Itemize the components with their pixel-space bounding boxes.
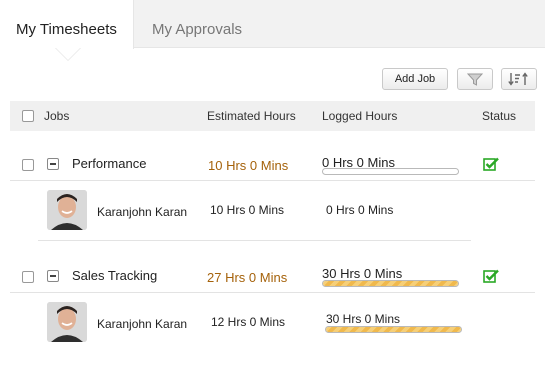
header-jobs: Jobs [44,109,70,123]
active-tab-pointer [56,48,80,60]
add-job-button[interactable]: Add Job [382,68,448,90]
approved-check-icon [483,157,499,171]
filter-icon [467,73,483,86]
job-name[interactable]: Sales Tracking [72,268,157,283]
sort-button[interactable] [501,68,537,90]
filter-button[interactable] [457,68,493,90]
member-name: Karanjohn Karan [97,205,188,219]
member-name: Karanjohn Karan [97,317,188,331]
job-estimated-hours: 10 Hrs 0 Mins [208,158,289,173]
collapse-icon[interactable] [47,270,59,282]
approved-check-icon [483,269,499,283]
select-all-checkbox[interactable] [22,110,34,122]
collapse-icon[interactable] [47,158,59,170]
job-progress-fill [323,281,458,286]
job-logged-hours: 30 Hrs 0 Mins [322,266,403,281]
member-estimated-hours: 10 Hrs 0 Mins [210,203,285,217]
tab-bar: My Timesheets My Approvals [0,0,545,49]
person-photo-icon [47,190,87,230]
avatar [47,302,87,342]
member-estimated-hours: 12 Hrs 0 Mins [211,315,286,329]
table-header: Jobs Estimated Hours Logged Hours Status [10,101,535,131]
job-checkbox[interactable] [22,159,34,171]
job-progress-bar [322,280,459,287]
header-logged-hours: Logged Hours [322,109,398,123]
job-checkbox[interactable] [22,271,34,283]
row-divider [10,180,535,181]
job-progress-bar [322,168,459,175]
sort-icon [508,72,528,86]
member-divider [38,240,471,241]
row-divider [10,292,535,293]
person-photo-icon [47,302,87,342]
job-estimated-hours: 27 Hrs 0 Mins [207,270,288,285]
member-logged-hours: 30 Hrs 0 Mins [326,312,401,326]
tab-my-approvals[interactable]: My Approvals [136,0,258,48]
job-name[interactable]: Performance [72,156,146,171]
member-logged-hours: 0 Hrs 0 Mins [326,203,394,217]
avatar [47,190,87,230]
header-estimated-hours: Estimated Hours [207,109,296,123]
member-progress-fill [326,327,461,332]
header-status: Status [482,109,517,123]
member-progress-bar [325,326,462,333]
tab-my-timesheets[interactable]: My Timesheets [0,0,134,49]
